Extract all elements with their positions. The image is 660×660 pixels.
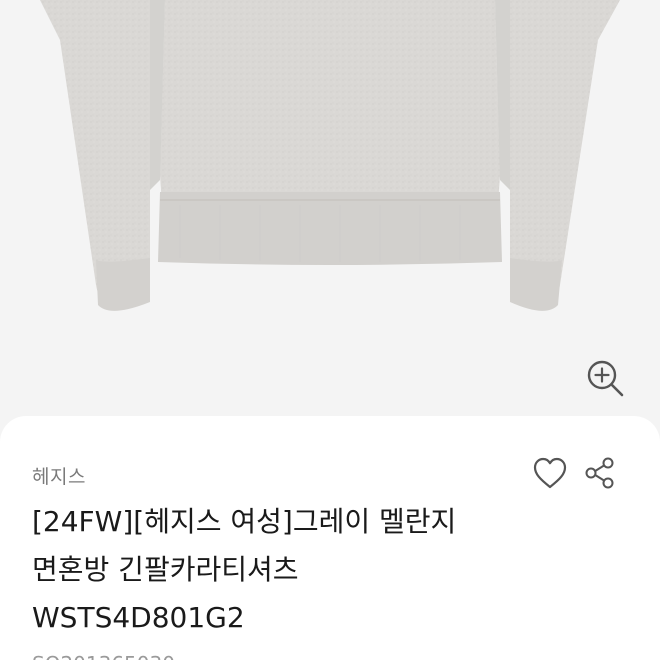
right-cuff bbox=[510, 258, 562, 311]
garment-body bbox=[160, 0, 500, 205]
wishlist-button[interactable] bbox=[532, 456, 568, 490]
share-icon bbox=[585, 457, 614, 489]
share-button[interactable] bbox=[582, 455, 618, 491]
product-code: SQ201365030 bbox=[32, 652, 175, 660]
product-title-line-1: [24FW][헤지스 여성]그레이 멜란지 bbox=[32, 505, 457, 538]
heart-icon bbox=[533, 457, 567, 489]
product-title-line-2: 면혼방 긴팔카라티셔츠 bbox=[32, 553, 299, 586]
sweatshirt-illustration bbox=[40, 0, 620, 311]
zoom-button[interactable] bbox=[583, 356, 629, 402]
garment-hem bbox=[158, 192, 502, 265]
product-title: [24FW][헤지스 여성]그레이 멜란지 면혼방 긴팔카라티셔츠 WSTS4D… bbox=[32, 498, 612, 642]
brand-name[interactable]: 헤지스 bbox=[32, 462, 86, 489]
zoom-in-icon bbox=[587, 360, 624, 397]
product-detail-screen: 헤지스 [24FW][헤지스 여성]그레이 멜란지 면혼방 긴팔카라티셔츠 WS… bbox=[0, 0, 660, 660]
right-sleeve bbox=[510, 0, 620, 300]
left-cuff bbox=[96, 258, 150, 311]
left-sleeve bbox=[40, 0, 150, 300]
product-model-number: WSTS4D801G2 bbox=[32, 601, 245, 634]
product-image[interactable] bbox=[0, 0, 660, 440]
